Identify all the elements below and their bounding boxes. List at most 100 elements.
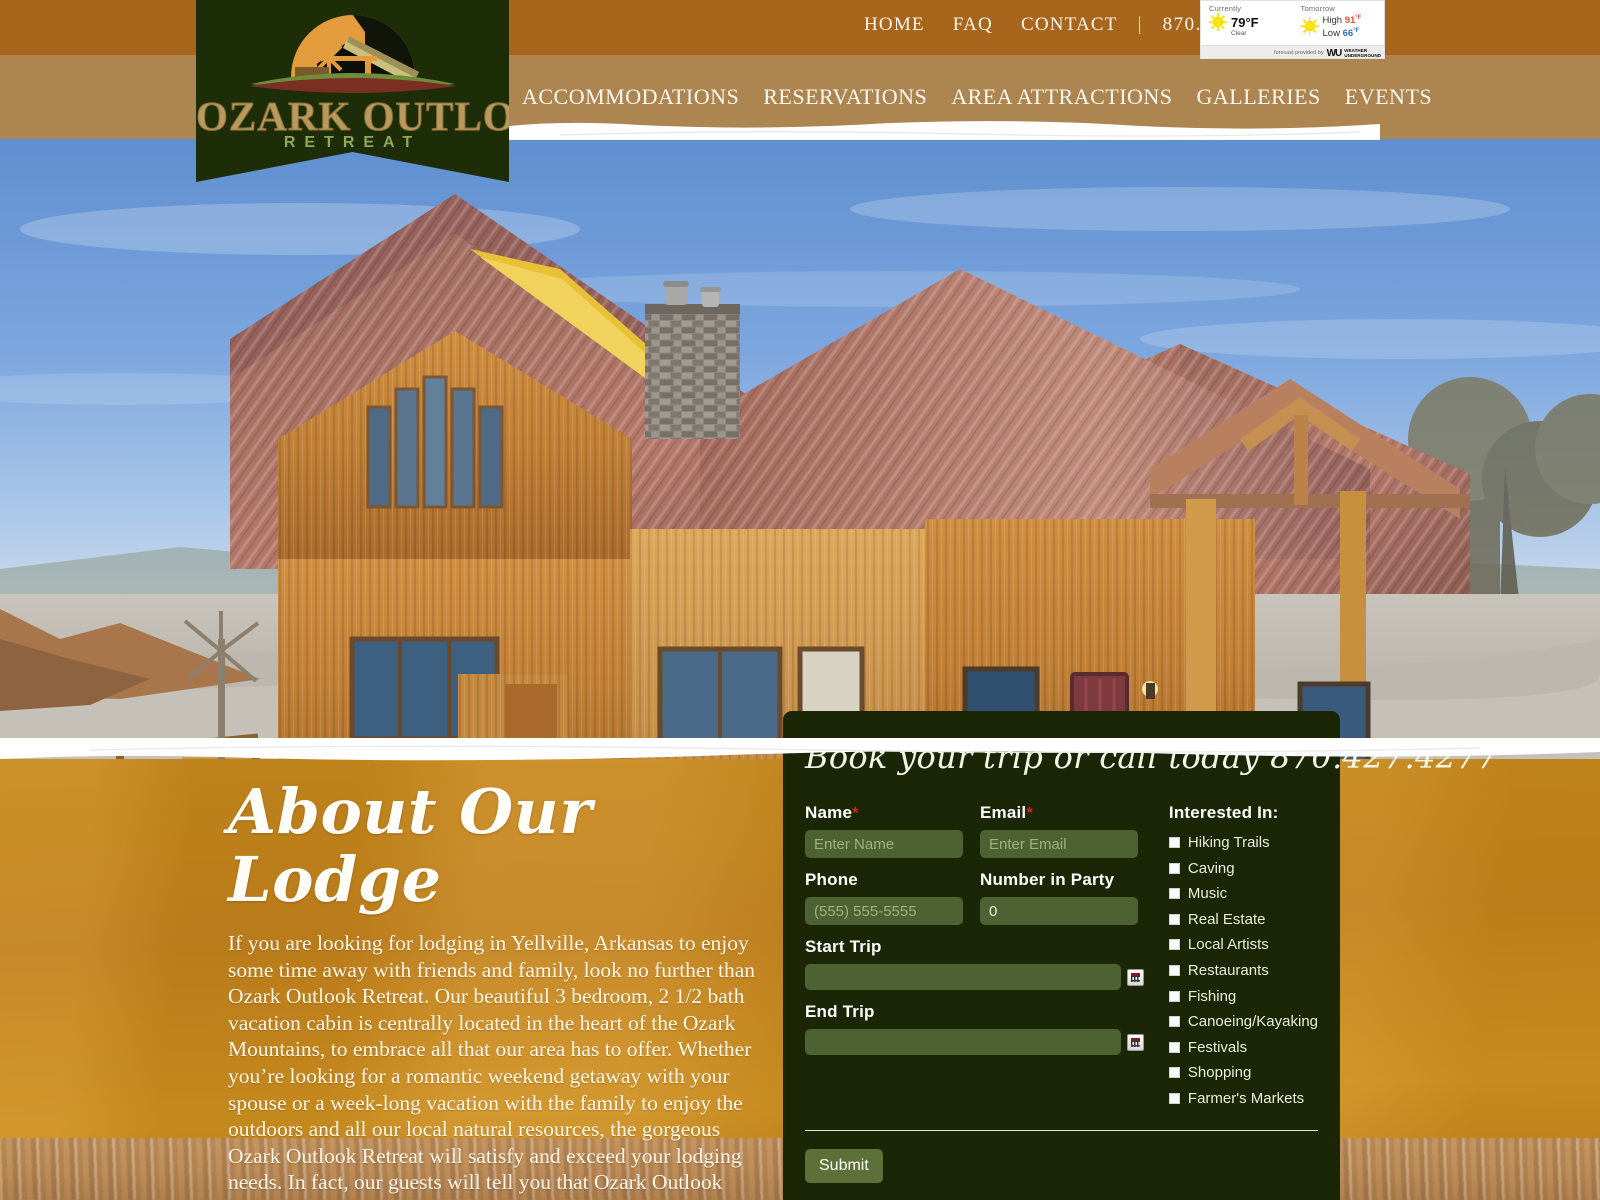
checkbox-caving[interactable] bbox=[1168, 862, 1180, 874]
logo-subtext: RETREAT bbox=[283, 134, 422, 151]
start-trip-row bbox=[805, 964, 1144, 990]
booking-form-right-column: Interested In: Hiking Trails Caving Musi… bbox=[1159, 803, 1318, 1116]
weather-current-condition: Clear bbox=[1231, 30, 1247, 37]
label-phone: Phone bbox=[805, 870, 858, 889]
start-trip-input[interactable] bbox=[805, 964, 1121, 990]
checkbox-label-hiking-trails: Hiking Trails bbox=[1187, 834, 1270, 851]
nav-item-area-attractions[interactable]: AREA ATTRACTIONS bbox=[939, 84, 1184, 110]
nav-item-events[interactable]: EVENTS bbox=[1333, 84, 1444, 110]
booking-form-left-column: Name* Email* Phone bbox=[805, 803, 1159, 1116]
nav-item-accommodations[interactable]: ACCOMMODATIONS bbox=[510, 84, 751, 110]
weather-provider-name: WEATHER UNDERGROUND bbox=[1344, 48, 1381, 58]
weather-low-unit: °F bbox=[1353, 28, 1360, 35]
end-trip-input[interactable] bbox=[805, 1029, 1121, 1055]
interested-in-heading: Interested In: bbox=[1168, 803, 1279, 822]
field-name: Name* bbox=[805, 803, 963, 858]
name-input[interactable] bbox=[805, 830, 963, 858]
weather-credit-bar: forecast provided by WU WEATHER UNDERGRO… bbox=[1201, 45, 1384, 59]
checkbox-label-caving: Caving bbox=[1187, 859, 1235, 877]
party-size-input[interactable] bbox=[980, 897, 1138, 925]
booking-form-heading: Book your trip or call today 870.427.427… bbox=[805, 738, 1498, 776]
weather-tomorrow: Tomorrow High 91°F Low 66°F bbox=[1293, 1, 1385, 45]
label-name: Name* bbox=[805, 803, 963, 823]
logo-wordmark: OZARK OUTLOOK bbox=[196, 93, 509, 140]
checkbox-fishing[interactable] bbox=[1168, 990, 1180, 1002]
weather-high-unit: °F bbox=[1355, 15, 1362, 21]
topnav-item-contact[interactable]: CONTACT bbox=[1007, 14, 1132, 36]
calendar-icon-start[interactable] bbox=[1127, 968, 1144, 986]
checkbox-canoeing-kayaking[interactable] bbox=[1168, 1016, 1180, 1028]
weather-low-label: Low bbox=[1322, 28, 1340, 40]
label-email-text: Email bbox=[980, 803, 1027, 822]
main-navigation[interactable]: ACCOMMODATIONS RESERVATIONS AREA ATTRACT… bbox=[510, 84, 1444, 110]
booking-row-name-email: Name* Email* bbox=[805, 803, 1159, 870]
topnav-item-home[interactable]: HOME bbox=[850, 14, 939, 36]
nav-item-galleries[interactable]: GALLERIES bbox=[1185, 84, 1333, 110]
checkbox-row-music[interactable]: Music bbox=[1168, 885, 1318, 903]
required-asterisk-email: * bbox=[1026, 805, 1033, 822]
checkbox-label-restaurants: Restaurants bbox=[1187, 961, 1269, 979]
checkbox-row-local-artists[interactable]: Local Artists bbox=[1168, 936, 1318, 954]
checkbox-row-hiking-trails[interactable]: Hiking Trails bbox=[1168, 834, 1318, 851]
weather-tomorrow-label: Tomorrow bbox=[1300, 4, 1336, 13]
checkbox-restaurants[interactable] bbox=[1168, 964, 1180, 976]
label-email: Email* bbox=[980, 803, 1138, 823]
checkbox-label-music: Music bbox=[1187, 885, 1228, 903]
checkbox-label-festivals: Festivals bbox=[1187, 1038, 1248, 1056]
label-end-trip: End Trip bbox=[805, 1002, 875, 1021]
field-party: Number in Party bbox=[980, 870, 1138, 925]
weather-widget[interactable]: Currently 79°F Clear Tomorrow High 91°F … bbox=[1200, 0, 1385, 59]
sun-icon bbox=[1208, 13, 1227, 31]
weather-main: Currently 79°F Clear Tomorrow High 91°F … bbox=[1201, 1, 1384, 45]
checkbox-hiking-trails[interactable] bbox=[1168, 837, 1180, 848]
checkbox-label-fishing: Fishing bbox=[1187, 987, 1237, 1005]
checkbox-shopping[interactable] bbox=[1168, 1067, 1180, 1079]
weather-highlow: High 91°F Low 66°F bbox=[1323, 13, 1362, 39]
booking-form-panel: Book your trip or call today 870.427.427… bbox=[783, 711, 1498, 1200]
checkbox-local-artists[interactable] bbox=[1168, 939, 1180, 951]
checkbox-row-festivals[interactable]: Festivals bbox=[1168, 1038, 1318, 1056]
checkbox-festivals[interactable] bbox=[1168, 1041, 1180, 1053]
field-end-trip: End Trip bbox=[805, 1002, 1144, 1055]
weather-current-label: Currently bbox=[1209, 4, 1242, 13]
topnav-separator: | bbox=[1137, 14, 1143, 35]
checkbox-label-farmers-markets: Farmer's Markets bbox=[1187, 1089, 1305, 1107]
checkbox-label-canoeing-kayaking: Canoeing/Kayaking bbox=[1187, 1013, 1318, 1031]
checkbox-row-real-estate[interactable]: Real Estate bbox=[1168, 910, 1318, 928]
weather-tomorrow-row: High 91°F Low 66°F bbox=[1300, 13, 1385, 39]
label-start-trip: Start Trip bbox=[805, 937, 882, 956]
weather-underground-mark-icon: WU bbox=[1326, 47, 1343, 59]
checkbox-label-real-estate: Real Estate bbox=[1187, 910, 1266, 928]
checkbox-label-local-artists: Local Artists bbox=[1187, 936, 1269, 954]
weather-current-row: 79°F bbox=[1208, 13, 1293, 31]
topnav-item-faq[interactable]: FAQ bbox=[939, 14, 1007, 36]
weather-high-label: High bbox=[1322, 15, 1343, 27]
booking-row-phone-party: Phone Number in Party bbox=[805, 870, 1159, 937]
checkbox-row-shopping[interactable]: Shopping bbox=[1168, 1064, 1318, 1081]
required-asterisk-name: * bbox=[852, 805, 859, 822]
weather-credit-text: forecast provided by bbox=[1274, 50, 1324, 56]
submit-button[interactable]: Submit bbox=[805, 1148, 883, 1183]
weather-current-temp: 79°F bbox=[1231, 14, 1259, 30]
field-phone: Phone bbox=[805, 870, 963, 925]
form-divider bbox=[805, 1129, 1318, 1131]
checkbox-row-farmers-markets[interactable]: Farmer's Markets bbox=[1168, 1089, 1318, 1107]
sun-icon-tomorrow bbox=[1300, 17, 1319, 36]
checkbox-music[interactable] bbox=[1168, 888, 1180, 900]
checkbox-farmers-markets[interactable] bbox=[1168, 1092, 1180, 1104]
about-paragraph: If you are looking for lodging in Yellvi… bbox=[228, 931, 756, 1200]
checkbox-real-estate[interactable] bbox=[1168, 913, 1180, 925]
nav-item-reservations[interactable]: RESERVATIONS bbox=[751, 84, 939, 110]
email-input[interactable] bbox=[980, 830, 1138, 858]
hero-lodge-illustration bbox=[0, 139, 1600, 759]
phone-input[interactable] bbox=[805, 897, 963, 925]
checkbox-row-restaurants[interactable]: Restaurants bbox=[1168, 961, 1318, 979]
weather-low-value: 66 bbox=[1342, 28, 1354, 40]
weather-high-value: 91 bbox=[1344, 15, 1356, 27]
checkbox-row-caving[interactable]: Caving bbox=[1168, 859, 1318, 877]
checkbox-row-canoeing-kayaking[interactable]: Canoeing/Kayaking bbox=[1168, 1013, 1318, 1031]
calendar-icon-end[interactable] bbox=[1127, 1033, 1144, 1051]
about-section: About Our Lodge If you are looking for l… bbox=[228, 778, 758, 1200]
checkbox-row-fishing[interactable]: Fishing bbox=[1168, 987, 1318, 1005]
booking-form-grid: Name* Email* Phone bbox=[805, 803, 1318, 1116]
